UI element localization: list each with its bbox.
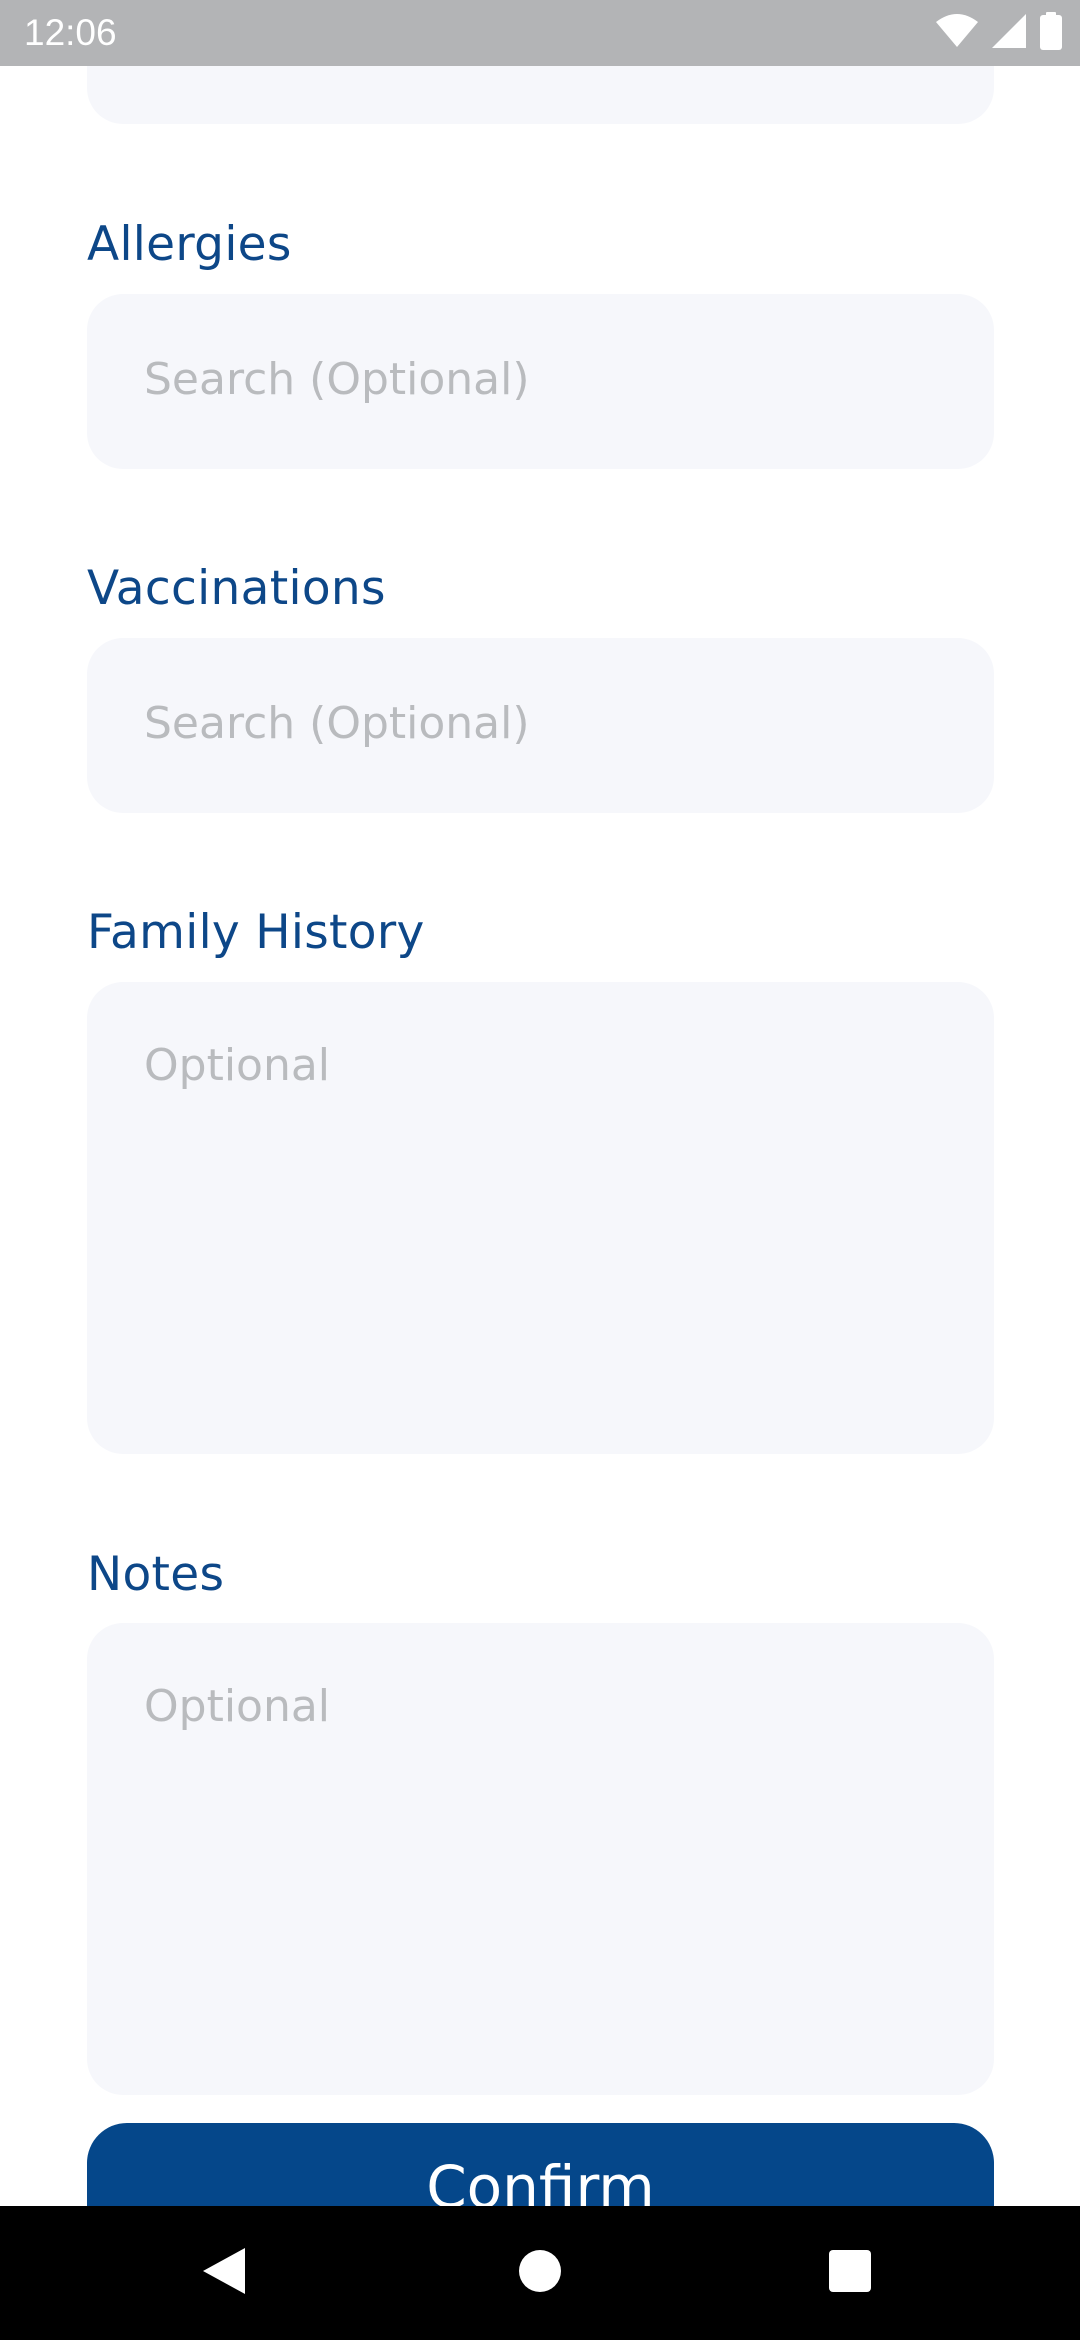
notes-field[interactable]	[87, 1623, 994, 2095]
wifi-icon	[936, 14, 978, 52]
cellular-signal-icon	[992, 14, 1026, 52]
battery-icon	[1040, 12, 1062, 54]
vaccinations-field[interactable]	[87, 638, 994, 813]
navigation-bar	[0, 2206, 1080, 2340]
recents-icon	[829, 2250, 871, 2296]
vaccinations-label: Vaccinations	[87, 561, 386, 616]
status-bar: 12:06	[0, 0, 1080, 66]
recents-button[interactable]	[780, 2206, 920, 2340]
confirm-button[interactable]: Confirm	[87, 2123, 994, 2206]
notes-textarea[interactable]	[144, 1679, 954, 2059]
allergies-label: Allergies	[87, 217, 292, 272]
notes-label: Notes	[87, 1547, 225, 1602]
form-scroll-area[interactable]: Allergies Vaccinations Family History No…	[0, 66, 1080, 2206]
vaccinations-search-input[interactable]	[144, 696, 954, 752]
allergies-search-input[interactable]	[144, 352, 954, 408]
allergies-field[interactable]	[87, 294, 994, 469]
family-history-label: Family History	[87, 905, 425, 960]
family-history-textarea[interactable]	[144, 1038, 954, 1418]
home-button[interactable]	[470, 2206, 610, 2340]
status-icons	[936, 12, 1062, 54]
family-history-field[interactable]	[87, 982, 994, 1454]
home-icon	[518, 2249, 562, 2297]
back-icon	[203, 2248, 247, 2298]
previous-field-box[interactable]	[87, 66, 994, 124]
status-time: 12:06	[24, 12, 117, 53]
back-button[interactable]	[155, 2206, 295, 2340]
